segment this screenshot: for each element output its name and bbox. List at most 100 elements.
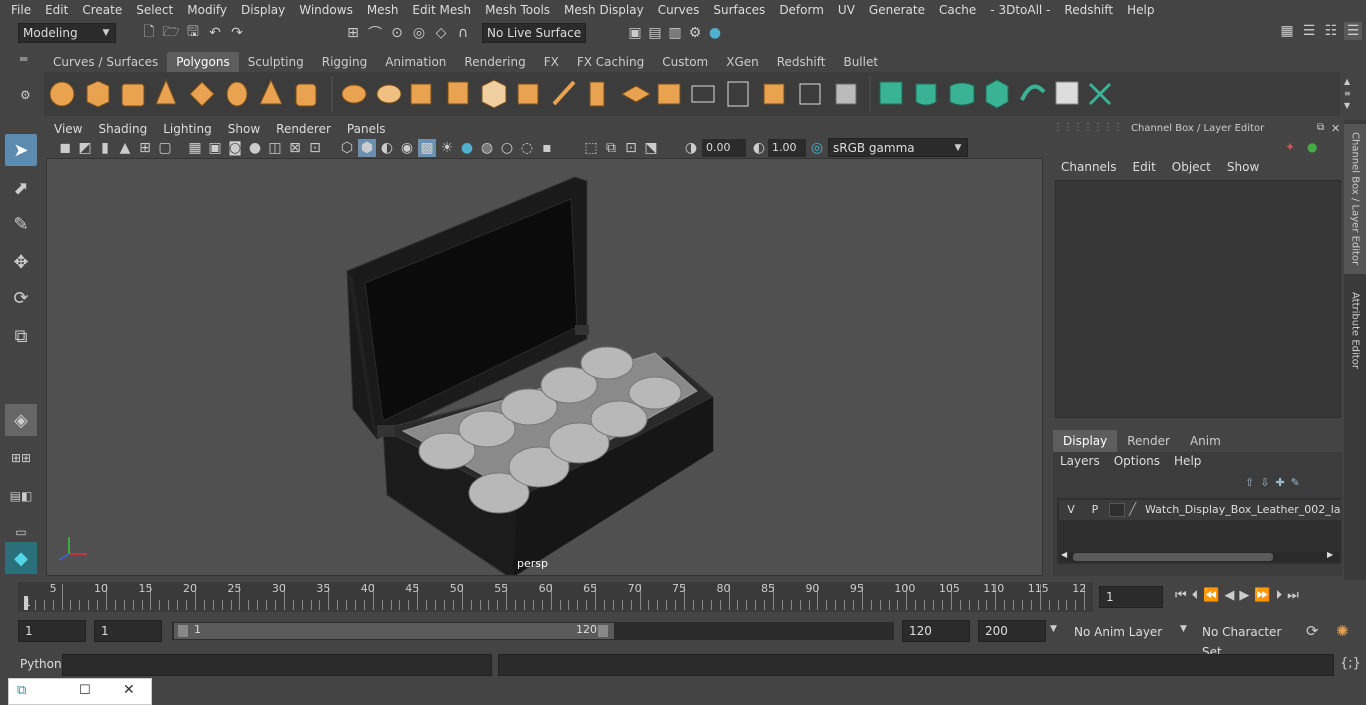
- play-back-icon[interactable]: ◀: [1224, 588, 1234, 603]
- live-surface-field[interactable]: No Live Surface: [482, 23, 586, 43]
- menu-modify[interactable]: Modify: [180, 3, 234, 17]
- menu-curves[interactable]: Curves: [651, 3, 707, 17]
- scroll-right-icon[interactable]: ▶: [1327, 550, 1333, 559]
- viewport-menu-lighting[interactable]: Lighting: [155, 122, 220, 136]
- hud-icon[interactable]: ◉: [398, 139, 416, 157]
- shelf-tab-rendering[interactable]: Rendering: [455, 52, 534, 72]
- prev-key-icon[interactable]: ⏪: [1203, 588, 1219, 603]
- range-handle-right[interactable]: [598, 625, 608, 637]
- menu-create[interactable]: Create: [75, 3, 129, 17]
- viewport-menu-panels[interactable]: Panels: [339, 122, 394, 136]
- frame-all-icon[interactable]: ⊡: [622, 139, 640, 157]
- float-icon[interactable]: ⧉: [1317, 122, 1324, 133]
- chevron-down-icon[interactable]: ▼: [1180, 624, 1187, 634]
- mode-dropdown[interactable]: Modeling ▼: [18, 23, 116, 43]
- snap-surface-icon[interactable]: ◇: [432, 24, 450, 42]
- shelf-scroll[interactable]: ▲ ≡ ▼: [1344, 76, 1356, 112]
- grid-toggle-icon[interactable]: ⊞: [136, 139, 154, 157]
- toolbox-icon[interactable]: ☷: [1322, 22, 1340, 40]
- isolate-icon[interactable]: ◐: [378, 139, 396, 157]
- layer-scrollbar[interactable]: ◀ ▶: [1059, 550, 1339, 562]
- move-layer-up-icon[interactable]: ⇧: [1245, 476, 1254, 489]
- character-set-dropdown[interactable]: No Character Set: [1196, 622, 1300, 659]
- menu-file[interactable]: File: [4, 3, 38, 17]
- shelf-tab-fx[interactable]: FX: [535, 52, 568, 72]
- shelf-tab-rigging[interactable]: Rigging: [313, 52, 376, 72]
- light-bulb-icon[interactable]: ☀: [438, 139, 456, 157]
- film-gate-icon[interactable]: ▢: [156, 139, 174, 157]
- rotate-tool-icon[interactable]: ⟳: [5, 282, 37, 314]
- layer-type-toggle[interactable]: [1109, 503, 1125, 517]
- gamma-field[interactable]: 1.00: [768, 139, 806, 157]
- sync-icon[interactable]: ●: [1307, 140, 1317, 154]
- channelbox-menu-show[interactable]: Show: [1219, 160, 1267, 178]
- shelf-tab-fx-caching[interactable]: FX Caching: [568, 52, 653, 72]
- smooth-shade-icon[interactable]: ▣: [206, 139, 224, 157]
- menu-display[interactable]: Display: [234, 3, 292, 17]
- lights-icon[interactable]: ●: [246, 139, 264, 157]
- move-tool-icon[interactable]: ✥: [5, 246, 37, 278]
- new-scene-icon[interactable]: 🗋: [140, 24, 158, 42]
- camera-attr-icon[interactable]: ◩: [76, 139, 94, 157]
- menu-edit-mesh[interactable]: Edit Mesh: [405, 3, 478, 17]
- menu-uv[interactable]: UV: [831, 3, 862, 17]
- gate-mask-icon[interactable]: ◌: [518, 139, 536, 157]
- aa-icon[interactable]: ◍: [478, 139, 496, 157]
- xray-icon[interactable]: ⬡: [338, 139, 356, 157]
- viewport-menu-renderer[interactable]: Renderer: [268, 122, 339, 136]
- close-icon[interactable]: ✕: [1331, 122, 1340, 135]
- color-management-icon[interactable]: ◎: [808, 139, 826, 157]
- render-view-icon[interactable]: ▪: [538, 139, 556, 157]
- render-frame-icon[interactable]: ▣: [626, 24, 644, 42]
- range-slider[interactable]: 1 120: [172, 622, 894, 640]
- layer-tab-anim[interactable]: Anim: [1180, 430, 1231, 452]
- color-space-dropdown[interactable]: sRGB gamma ▼: [828, 138, 968, 157]
- anim-layer-dropdown[interactable]: No Anim Layer: [1068, 622, 1180, 642]
- select-tool-icon[interactable]: ➤: [5, 134, 37, 166]
- play-forward-icon[interactable]: ▶: [1239, 588, 1249, 603]
- layer-color-icon[interactable]: ╱: [1129, 502, 1136, 516]
- viewport-menu-show[interactable]: Show: [220, 122, 268, 136]
- dof-icon[interactable]: ●: [458, 139, 476, 157]
- wireframe-icon[interactable]: ▦: [186, 139, 204, 157]
- viewport-3d[interactable]: persp: [46, 158, 1043, 576]
- layer-row[interactable]: V P ╱ Watch_Display_Box_Leather_002_laye: [1059, 500, 1341, 520]
- ipr-icon[interactable]: ▥: [666, 24, 684, 42]
- menu-mesh[interactable]: Mesh: [360, 3, 406, 17]
- screen-space-icon[interactable]: ○: [498, 139, 516, 157]
- snap-grid-icon[interactable]: ⊞: [344, 24, 362, 42]
- motion-blur-icon[interactable]: ⊡: [306, 139, 324, 157]
- workspace-icon[interactable]: ▦: [1278, 22, 1296, 40]
- scale-tool-icon[interactable]: ⧉: [5, 320, 37, 352]
- menu-help[interactable]: Help: [1120, 3, 1161, 17]
- go-to-end-icon[interactable]: ⏭: [1287, 588, 1299, 603]
- channelbox-menu-edit[interactable]: Edit: [1125, 160, 1164, 178]
- bookmark-icon[interactable]: ▮: [96, 139, 114, 157]
- four-pane-icon[interactable]: ⊞⊞: [5, 442, 37, 474]
- layer-name[interactable]: Watch_Display_Box_Leather_002_laye: [1145, 503, 1341, 516]
- end-time-field[interactable]: 200: [978, 620, 1046, 642]
- maximize-icon[interactable]: ☐: [79, 683, 91, 698]
- image-plane-icon[interactable]: ▲: [116, 139, 134, 157]
- layer-tab-render[interactable]: Render: [1117, 430, 1180, 452]
- pan-zoom-icon[interactable]: ⧉: [602, 139, 620, 157]
- xray-joints-icon[interactable]: ⬢: [358, 139, 376, 157]
- command-input[interactable]: [62, 654, 492, 676]
- minimized-window[interactable]: ⧉ ☐ ✕: [8, 678, 152, 705]
- layer-visibility-toggle[interactable]: V: [1063, 503, 1079, 516]
- ipr-render-icon[interactable]: ▤: [646, 24, 664, 42]
- camera-select-icon[interactable]: ◼: [56, 139, 74, 157]
- shelf-tab-custom[interactable]: Custom: [653, 52, 717, 72]
- scroll-left-icon[interactable]: ◀: [1061, 550, 1067, 559]
- playback-start-field[interactable]: 1: [94, 620, 162, 642]
- channel-list[interactable]: [1055, 180, 1341, 418]
- menu-mesh-tools[interactable]: Mesh Tools: [478, 3, 557, 17]
- menu-surfaces[interactable]: Surfaces: [706, 3, 772, 17]
- shelf-tab-curves-surfaces[interactable]: Curves / Surfaces: [44, 52, 167, 72]
- undo-icon[interactable]: ↶: [206, 24, 224, 42]
- layer-menu-options[interactable]: Options: [1107, 454, 1167, 472]
- frame-selected-icon[interactable]: ⬔: [642, 139, 660, 157]
- menu-generate[interactable]: Generate: [862, 3, 932, 17]
- new-layer-icon[interactable]: ✚: [1275, 476, 1284, 489]
- channel-box-toggle-icon[interactable]: ☰: [1344, 22, 1362, 40]
